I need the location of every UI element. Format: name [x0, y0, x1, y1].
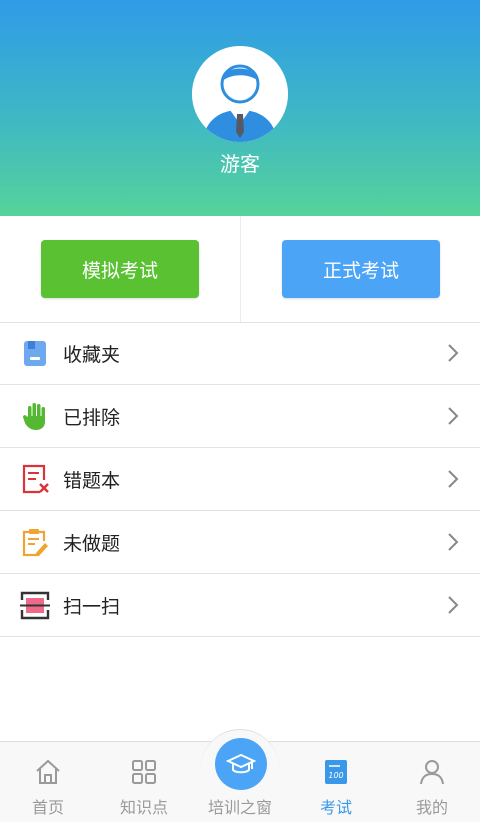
tab-label-exam: 考试	[319, 798, 352, 817]
profile-header: 游客	[0, 0, 480, 216]
chevron-right-icon	[448, 470, 459, 488]
tab-mine[interactable]: 我的	[384, 742, 480, 822]
tab-label-mine: 我的	[415, 798, 448, 817]
tab-knowledge[interactable]: 知识点	[96, 742, 192, 822]
exam-buttons-area: 模拟考试 正式考试	[0, 216, 480, 323]
tab-home[interactable]: 首页	[0, 742, 96, 822]
graduation-cap-icon	[226, 753, 256, 774]
bottom-tab-bar: 首页 知识点 培训之窗 100 考试 我的	[0, 729, 480, 822]
avatar-person-icon	[192, 46, 288, 142]
bookmark-folder-icon	[24, 341, 46, 366]
menu-item-wrong-book[interactable]: 错题本	[0, 448, 480, 511]
home-icon	[36, 759, 60, 784]
exam-100-icon: 100	[325, 760, 347, 784]
chevron-right-icon	[448, 533, 459, 551]
menu-label-undone: 未做题	[63, 532, 121, 555]
hand-stop-icon	[23, 403, 45, 430]
feature-menu: 收藏夹 已排除 错题本 未做题 扫一扫	[0, 322, 480, 637]
chevron-right-icon	[448, 596, 459, 614]
username: 游客	[220, 152, 260, 176]
menu-item-favorites[interactable]: 收藏夹	[0, 322, 480, 385]
menu-label-wrong-book: 错题本	[63, 469, 121, 492]
scan-icon	[20, 591, 50, 620]
menu-label-scan: 扫一扫	[63, 595, 121, 618]
clipboard-edit-icon	[22, 529, 48, 557]
formal-exam-button[interactable]: 正式考试	[282, 240, 440, 298]
tab-exam[interactable]: 100 考试	[288, 742, 384, 822]
person-icon	[420, 760, 444, 785]
user-avatar[interactable]	[192, 46, 288, 142]
tab-label-home: 首页	[31, 798, 64, 817]
menu-item-undone[interactable]: 未做题	[0, 511, 480, 574]
menu-item-scan[interactable]: 扫一扫	[0, 574, 480, 637]
mock-exam-button[interactable]: 模拟考试	[41, 240, 199, 298]
tab-label-training: 培训之窗	[207, 798, 272, 817]
chevron-right-icon	[448, 344, 459, 362]
menu-label-excluded: 已排除	[63, 406, 121, 429]
menu-label-favorites: 收藏夹	[63, 343, 121, 366]
svg-text:100: 100	[328, 771, 343, 780]
menu-item-excluded[interactable]: 已排除	[0, 385, 480, 448]
training-center-button[interactable]	[215, 738, 267, 790]
chevron-right-icon	[448, 407, 459, 425]
wrong-answer-book-icon	[22, 464, 49, 494]
tab-label-knowledge: 知识点	[119, 798, 168, 817]
exam-divider	[240, 216, 241, 322]
grid-icon	[132, 760, 156, 784]
